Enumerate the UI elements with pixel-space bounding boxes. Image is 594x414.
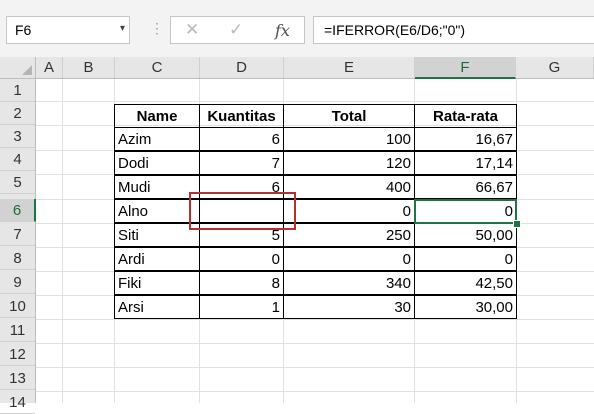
table-cell[interactable]: 0 — [283, 247, 415, 271]
column-header-b[interactable]: B — [63, 57, 115, 78]
gridline — [36, 343, 594, 344]
column-header-c[interactable]: C — [115, 57, 200, 78]
row-header-6[interactable]: 6 — [0, 199, 36, 222]
name-box-value: F6 — [15, 22, 32, 38]
row-header-7[interactable]: 7 — [0, 223, 35, 246]
table-cell[interactable]: 7 — [199, 151, 284, 175]
table-cell[interactable]: Alno — [114, 199, 200, 223]
select-all-icon — [22, 65, 32, 75]
table-cell[interactable]: 66,67 — [414, 175, 517, 199]
chevron-down-icon[interactable]: ▾ — [120, 23, 125, 34]
gridline — [36, 391, 594, 392]
table-cell[interactable]: 42,50 — [414, 271, 517, 295]
table-cell[interactable]: Ardi — [114, 247, 200, 271]
row-header-1[interactable]: 1 — [0, 79, 35, 102]
active-table-cell[interactable]: 0 — [414, 199, 517, 223]
row-header-9[interactable]: 9 — [0, 271, 35, 294]
enter-icon[interactable]: ✓ — [229, 20, 243, 40]
table-header-rata-rata[interactable]: Rata-rata — [414, 104, 517, 128]
table-header-kuantitas[interactable]: Kuantitas — [199, 104, 284, 128]
select-all-button[interactable] — [0, 57, 36, 78]
table-header-name[interactable]: Name — [114, 104, 200, 128]
row-header-11[interactable]: 11 — [0, 319, 35, 342]
table-cell[interactable]: 6 — [199, 127, 284, 151]
table-cell[interactable]: 5 — [199, 223, 284, 247]
cancel-icon[interactable]: ✕ — [185, 20, 199, 40]
row-header-10[interactable]: 10 — [0, 295, 35, 318]
formula-tools: ✕ ✓ fx — [170, 16, 305, 44]
column-header-row: A B C D E F G — [0, 57, 594, 79]
table-cell[interactable]: 340 — [283, 271, 415, 295]
table-cell[interactable]: 1 — [199, 295, 284, 319]
table-cell[interactable]: 400 — [283, 175, 415, 199]
row-header-5[interactable]: 5 — [0, 171, 35, 194]
table-cell[interactable]: Azim — [114, 127, 200, 151]
gridline — [62, 79, 63, 403]
row-header-4[interactable]: 4 — [0, 148, 35, 171]
table-cell[interactable]: 30,00 — [414, 295, 517, 319]
table-cell[interactable]: 17,14 — [414, 151, 517, 175]
row-header-column: 1 2 3 4 5 6 7 8 9 10 11 12 13 14 — [0, 79, 36, 414]
row-header-12[interactable]: 12 — [0, 343, 35, 366]
row-header-2[interactable]: 2 — [0, 102, 35, 125]
table-cell[interactable]: 8 — [199, 271, 284, 295]
column-header-d[interactable]: D — [200, 57, 284, 78]
formula-text: =IFERROR(E6/D6;"0") — [324, 22, 466, 38]
table-cell[interactable]: Fiki — [114, 271, 200, 295]
table-cell[interactable]: 0 — [199, 247, 284, 271]
table-cell[interactable]: Dodi — [114, 151, 200, 175]
column-header-e[interactable]: E — [284, 57, 415, 78]
table-cell[interactable]: 50,00 — [414, 223, 517, 247]
table-cell[interactable]: 30 — [283, 295, 415, 319]
row-header-3[interactable]: 3 — [0, 125, 35, 148]
table-cell[interactable]: 6 — [199, 175, 284, 199]
table-cell[interactable]: 250 — [283, 223, 415, 247]
column-header-a[interactable]: A — [36, 57, 63, 78]
column-header-f[interactable]: F — [415, 57, 516, 79]
table-cell[interactable]: 0 — [283, 199, 415, 223]
table-cell[interactable]: Mudi — [114, 175, 200, 199]
formula-bar: F6 ▾ ⋮ ✕ ✓ fx =IFERROR(E6/D6;"0") — [0, 0, 594, 57]
table-cell[interactable]: 100 — [283, 127, 415, 151]
gridline — [36, 101, 594, 102]
insert-function-icon[interactable]: fx — [275, 21, 290, 40]
table-cell[interactable]: 0 — [414, 247, 517, 271]
formula-input[interactable]: =IFERROR(E6/D6;"0") — [313, 16, 594, 44]
row-header-8[interactable]: 8 — [0, 247, 35, 270]
table-header-total[interactable]: Total — [283, 104, 415, 128]
column-header-g[interactable]: G — [516, 57, 594, 78]
gridline — [36, 367, 594, 368]
table-cell[interactable]: Siti — [114, 223, 200, 247]
name-box[interactable]: F6 ▾ — [6, 16, 130, 44]
drag-handle-icon[interactable]: ⋮ — [150, 20, 164, 37]
table-cell[interactable]: 120 — [283, 151, 415, 175]
fill-handle[interactable] — [513, 220, 521, 228]
table-cell[interactable]: 16,67 — [414, 127, 517, 151]
table-cell[interactable]: Arsi — [114, 295, 200, 319]
table-cell[interactable] — [199, 199, 284, 223]
gridline — [36, 319, 594, 320]
row-header-13[interactable]: 13 — [0, 367, 35, 390]
